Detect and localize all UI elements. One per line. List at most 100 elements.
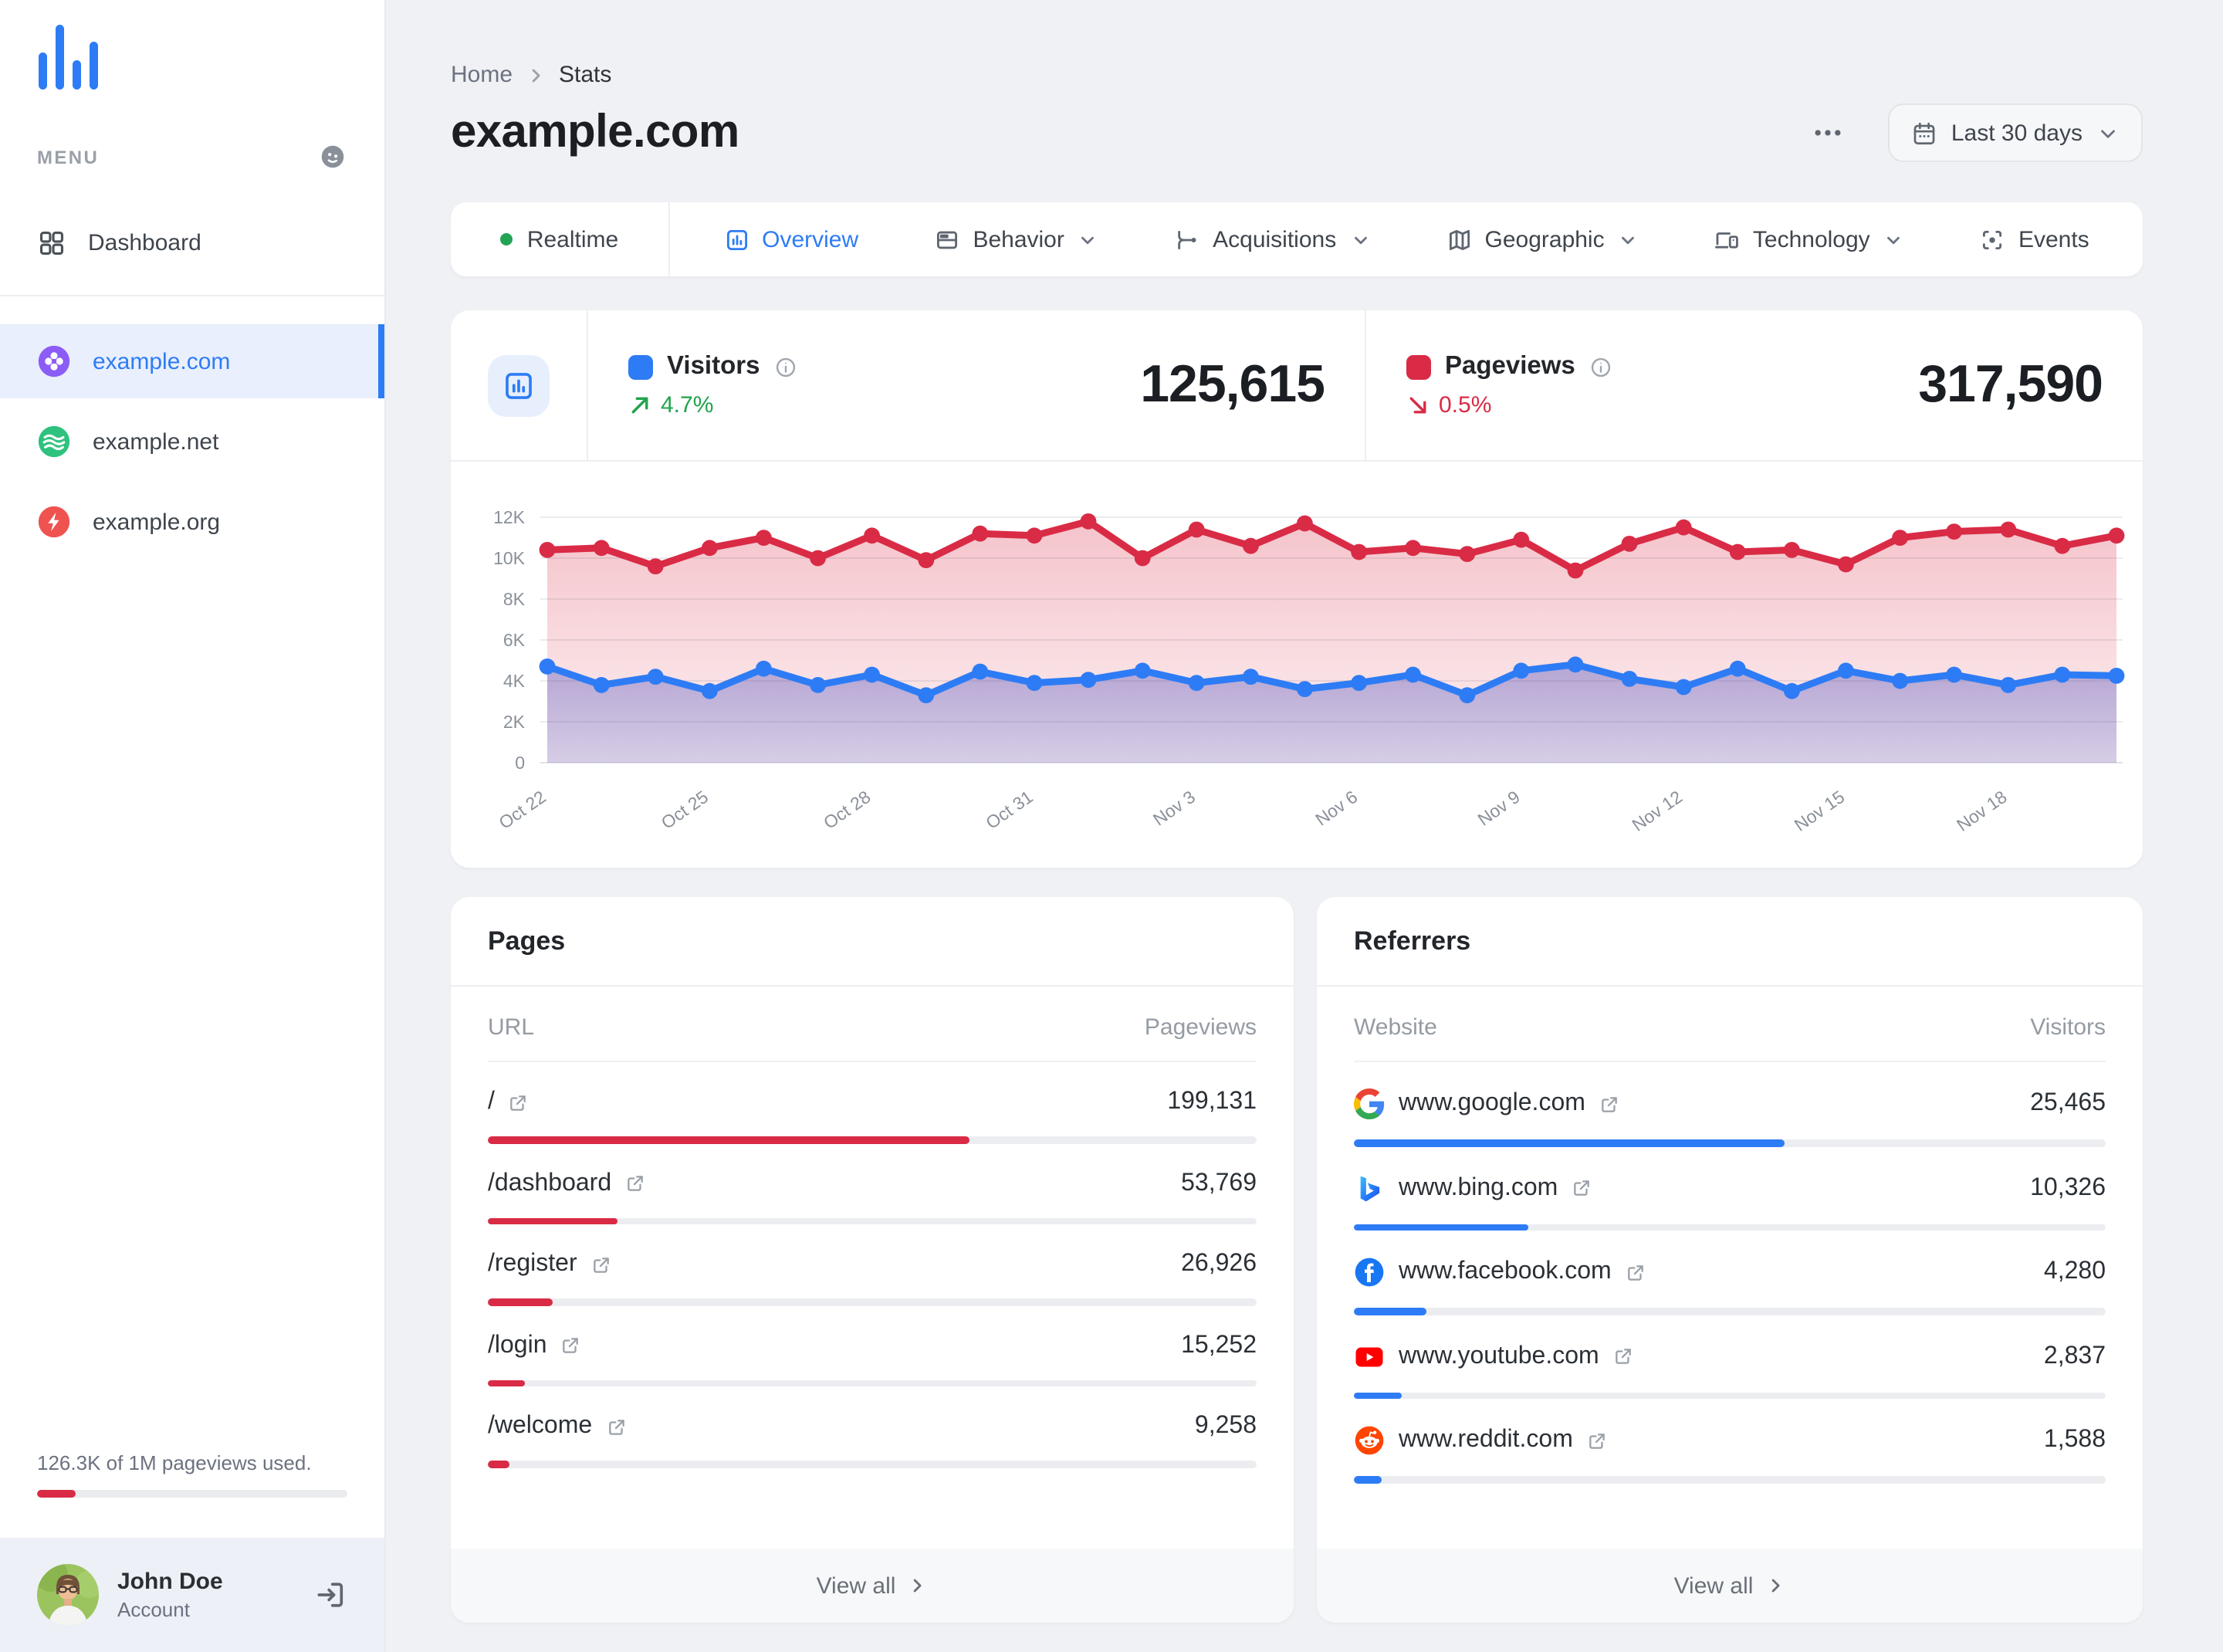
menu-header: MENU [37,142,347,171]
visitors-bar [1354,1308,2106,1315]
svg-text:6K: 6K [503,630,526,650]
trend-down-icon [1406,394,1430,417]
visitors-count: 1,588 [2043,1427,2106,1453]
site-name: example.com [93,348,231,374]
tab-label: Events [2018,226,2089,252]
pages-panel: Pages URL Pageviews / 199,131/dashboard 53… [451,897,1294,1623]
more-options-button[interactable] [1805,110,1851,156]
tab-label: Realtime [526,226,619,252]
tab-technology[interactable]: Technology [1714,226,1904,252]
chevron-right-icon [525,64,546,86]
analytics-app: MENU Dashboard example.com example.net e… [0,0,2223,1652]
tab-realtime[interactable]: Realtime [451,202,670,276]
visitors-series-marker [628,354,653,379]
column-header-url: URL [488,1014,535,1041]
referrer-link[interactable]: www.facebook.com [1354,1257,1646,1288]
sidebar-item-dashboard[interactable]: Dashboard [0,208,384,276]
geographic-icon [1446,226,1473,252]
date-range-button[interactable]: Last 30 days [1887,103,2143,162]
visitors-bar [1354,1224,2106,1231]
menu-label: MENU [37,146,100,168]
tab-overview[interactable]: Overview [723,226,858,252]
referrer-link[interactable]: www.reddit.com [1354,1425,1607,1456]
table-row: / 199,131 [488,1062,1257,1143]
tab-label: Acquisitions [1213,226,1337,252]
table-row: /login 15,252 [488,1305,1257,1386]
sidebar-sites-list: example.com example.net example.org [0,324,384,559]
svg-text:Nov 3: Nov 3 [1149,787,1199,830]
info-icon [777,357,796,377]
svg-text:Oct 31: Oct 31 [982,787,1036,833]
pageviews-bar [488,1379,1257,1386]
usage-text: 126.3K of 1M pageviews used. [37,1451,312,1474]
tab-label: Overview [762,226,859,252]
view-all-button[interactable]: View all [1317,1549,2143,1623]
site-name: example.net [93,428,219,455]
svg-text:12K: 12K [493,507,526,527]
tabbar: Realtime Overview Behavior Acquisitions Geo… [451,202,2143,276]
sign-out-icon[interactable] [313,1578,347,1612]
persona-icon[interactable] [318,142,347,171]
date-range-label: Last 30 days [1951,120,2083,146]
visitors-count: 4,280 [2043,1258,2106,1285]
breadcrumb-home-link[interactable]: Home [451,62,513,88]
visitors-count: 25,465 [2030,1090,2106,1116]
avatar [37,1564,99,1626]
page-url-link[interactable]: /register [488,1251,611,1278]
facebook-favicon [1355,1258,1384,1287]
pageviews-bar [488,1217,1257,1224]
table-row: www.bing.com 10,326 [1354,1146,2106,1231]
tab-acquisitions[interactable]: Acquisitions [1174,226,1370,252]
external-link-icon [1574,1180,1590,1196]
pageviews-bar [488,1461,1257,1468]
sidebar-item-example.com[interactable]: example.com [0,324,384,398]
info-icon[interactable] [773,354,798,379]
page-url-link[interactable]: /welcome [488,1413,626,1440]
traffic-chart: 0 2K 4K 6K 8K 10K 12K Oct 22 Oct 25 Oct 28 Oct 31 N… [493,507,2125,835]
referrer-link[interactable]: www.youtube.com [1354,1341,1633,1372]
svg-text:Nov 9: Nov 9 [1474,787,1524,830]
external-link-icon [1589,1433,1605,1448]
page-url: /login [488,1332,547,1358]
technology-icon [1714,226,1741,252]
table-row: www.facebook.com 4,280 [1354,1231,2106,1315]
sidebar-item-example.net[interactable]: example.net [0,405,384,479]
youtube-favicon [1355,1346,1383,1366]
user-role: Account [117,1598,190,1621]
page-url: / [488,1088,495,1115]
traffic-chart-area: 0 2K 4K 6K 8K 10K 12K Oct 22 Oct 25 Oct 28 Oct 31 N… [451,462,2143,868]
page-url-link[interactable]: /dashboard [488,1170,645,1197]
panel-title: Referrers [1317,897,2143,987]
referrer-link[interactable]: www.google.com [1354,1088,1619,1119]
tab-events[interactable]: Events [1980,226,2089,252]
page-url-link[interactable]: /login [488,1332,581,1359]
waves-icon [38,425,70,458]
external-link-icon [593,1257,609,1272]
tab-geographic[interactable]: Geographic [1446,226,1639,252]
visitors-bar [1354,1392,2106,1399]
sidebar: MENU Dashboard example.com example.net e… [0,0,386,1652]
account-footer[interactable]: John Doe Account [0,1538,384,1652]
stat-pageviews: Pageviews 0.5% 317,590 [1365,310,2143,460]
svg-text:0: 0 [515,753,525,773]
sidebar-item-example.org[interactable]: example.org [0,485,384,559]
info-icon [1592,357,1611,377]
referrer-site: www.bing.com [1399,1174,1558,1200]
info-icon[interactable] [1589,354,1614,379]
tab-behavior[interactable]: Behavior [934,226,1098,252]
chevron-right-icon [1771,1579,1779,1593]
page-url-link[interactable]: / [488,1088,529,1116]
chevron-down-icon [1622,235,1635,244]
referrer-site: www.google.com [1399,1090,1585,1116]
page-url: /register [488,1251,577,1277]
overview-card: Visitors 4.7% 125,615 Pageviews 0.5% 317… [451,310,2143,868]
tabs-group: Overview Behavior Acquisitions Geographic Te… [670,202,2143,276]
page-url: /dashboard [488,1170,612,1196]
tab-label: Geographic [1484,226,1605,252]
chevron-right-icon [914,1579,922,1593]
view-all-button[interactable]: View all [451,1549,1294,1623]
referrer-link[interactable]: www.bing.com [1354,1173,1592,1203]
tab-label: Behavior [973,226,1064,252]
external-link-icon [608,1419,624,1434]
referrer-site: www.reddit.com [1399,1427,1573,1453]
